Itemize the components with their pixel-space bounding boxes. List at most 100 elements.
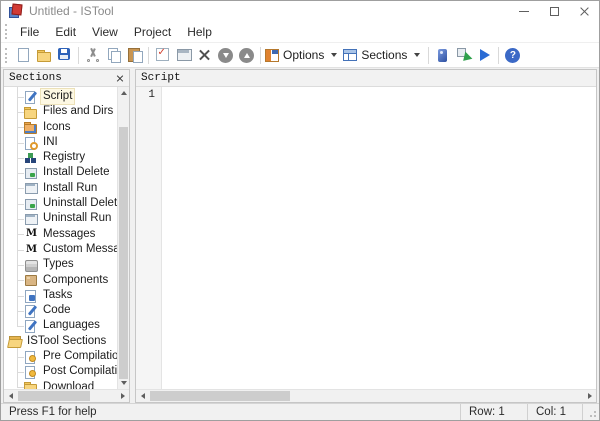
scrollbar-track[interactable] xyxy=(118,99,129,377)
tree-item-languages[interactable]: Languages xyxy=(4,318,117,333)
compile-script-icon xyxy=(24,350,38,364)
tree-item-label: Files and Dirs xyxy=(41,104,115,119)
tree-item-messages[interactable]: Messages xyxy=(4,227,117,242)
tree-item-label: Types xyxy=(41,257,76,272)
tree-item-script[interactable]: Script xyxy=(4,89,117,104)
status-help-text: Press F1 for help xyxy=(1,406,460,418)
tree-item-icons[interactable]: Icons xyxy=(4,120,117,135)
toolbar-separator xyxy=(498,47,499,64)
paste-button[interactable] xyxy=(124,44,145,66)
copy-button[interactable] xyxy=(103,44,124,66)
tree-item-install-run[interactable]: Install Run xyxy=(4,181,117,196)
move-down-button[interactable] xyxy=(215,44,236,66)
script-edit-icon xyxy=(24,319,38,333)
tree-item-post-compilation[interactable]: Post Compilation xyxy=(4,364,117,379)
tree-item-uninstall-run[interactable]: Uninstall Run xyxy=(4,211,117,226)
scrollbar-thumb[interactable] xyxy=(18,391,90,401)
save-icon xyxy=(57,47,73,63)
menu-file[interactable]: File xyxy=(12,23,47,41)
new-button[interactable] xyxy=(12,44,33,66)
check-entry-button[interactable] xyxy=(152,44,173,66)
tree-item-uninstall-delete[interactable]: Uninstall Delete xyxy=(4,196,117,211)
close-button[interactable] xyxy=(569,1,599,21)
editor-horizontal-scrollbar[interactable] xyxy=(136,389,596,402)
menu-edit[interactable]: Edit xyxy=(47,23,84,41)
menu-help[interactable]: Help xyxy=(179,23,220,41)
scroll-left-button[interactable] xyxy=(136,390,149,402)
toolbar-separator xyxy=(260,47,261,64)
tree-item-label: Download xyxy=(41,380,96,389)
scrollbar-thumb[interactable] xyxy=(150,391,290,401)
sections-label: Sections xyxy=(361,48,407,62)
tree-item-istool-sections[interactable]: ISTool Sections xyxy=(4,334,117,349)
registry-icon xyxy=(24,151,38,165)
tree-item-pre-compilation[interactable]: Pre Compilation S xyxy=(4,349,117,364)
sections-tree-zone: Script Files and Dirs Icons INI Registry… xyxy=(4,87,129,389)
run-button[interactable] xyxy=(474,44,495,66)
options-label: Options xyxy=(283,48,324,62)
scroll-right-button[interactable] xyxy=(116,390,129,402)
tree-item-install-delete[interactable]: Install Delete xyxy=(4,165,117,180)
open-button[interactable] xyxy=(33,44,54,66)
delete-entry-button[interactable] xyxy=(194,44,215,66)
move-up-button[interactable] xyxy=(236,44,257,66)
options-button[interactable]: Options xyxy=(264,44,342,66)
tree-item-tasks[interactable]: Tasks xyxy=(4,288,117,303)
menubar: File Edit View Project Help xyxy=(1,21,599,42)
sidebar-horizontal-scrollbar[interactable] xyxy=(4,389,129,402)
editor-body: 1 xyxy=(136,87,596,389)
window-title: Untitled - ISTool xyxy=(29,4,114,18)
sections-button[interactable]: Sections xyxy=(342,44,425,66)
tree-item-ini[interactable]: INI xyxy=(4,135,117,150)
compile-setup-button[interactable] xyxy=(432,44,453,66)
tree-item-label: Icons xyxy=(41,120,73,135)
help-button[interactable] xyxy=(502,44,523,66)
scroll-up-button[interactable] xyxy=(118,87,129,99)
edit-entry-button[interactable] xyxy=(173,44,194,66)
compile-test-icon xyxy=(456,47,472,63)
line-number: 1 xyxy=(148,89,155,101)
new-document-icon xyxy=(15,47,31,63)
test-compile-button[interactable] xyxy=(453,44,474,66)
scroll-right-button[interactable] xyxy=(583,390,596,402)
menu-view[interactable]: View xyxy=(84,23,126,41)
tree-item-code[interactable]: Code xyxy=(4,303,117,318)
window-controls xyxy=(509,1,599,21)
open-folder-icon xyxy=(36,47,52,63)
tree-item-registry[interactable]: Registry xyxy=(4,150,117,165)
scroll-left-button[interactable] xyxy=(4,390,17,402)
red-check-icon xyxy=(155,47,171,63)
sections-sidebar: Sections Script Files and Dirs Icons INI… xyxy=(3,69,130,403)
menu-project[interactable]: Project xyxy=(126,23,179,41)
menubar-gripper[interactable] xyxy=(5,24,9,39)
tree-vertical-scrollbar[interactable] xyxy=(117,87,129,389)
sidebar-close-icon[interactable] xyxy=(116,74,124,82)
scroll-down-icon xyxy=(121,381,127,385)
folder-icon xyxy=(24,105,38,119)
scrollbar-track[interactable] xyxy=(149,390,583,402)
tree-item-types[interactable]: Types xyxy=(4,257,117,272)
tree-item-label: Languages xyxy=(41,318,102,333)
cut-button[interactable] xyxy=(82,44,103,66)
chevron-down-icon xyxy=(331,53,337,57)
toolbar-gripper[interactable] xyxy=(5,48,9,63)
task-page-icon xyxy=(24,289,38,303)
minimize-button[interactable] xyxy=(509,1,539,21)
status-row-indicator: Row: 1 xyxy=(461,406,527,418)
tree-item-custom-message[interactable]: Custom Message xyxy=(4,242,117,257)
scrollbar-track[interactable] xyxy=(17,390,116,402)
content-area: Sections Script Files and Dirs Icons INI… xyxy=(1,68,599,403)
maximize-button[interactable] xyxy=(539,1,569,21)
paste-icon xyxy=(127,47,143,63)
toolbar-separator xyxy=(428,47,429,64)
scroll-left-icon xyxy=(141,393,145,399)
tree-item-files-and-dirs[interactable]: Files and Dirs xyxy=(4,104,117,119)
chevron-down-icon xyxy=(414,53,420,57)
save-button[interactable] xyxy=(54,44,75,66)
resize-grip[interactable] xyxy=(583,404,599,420)
scrollbar-thumb[interactable] xyxy=(119,127,128,379)
tree-item-download[interactable]: Download xyxy=(4,380,117,389)
code-area[interactable] xyxy=(162,87,596,389)
tree-item-components[interactable]: Components xyxy=(4,273,117,288)
page-delete-icon xyxy=(24,197,38,211)
